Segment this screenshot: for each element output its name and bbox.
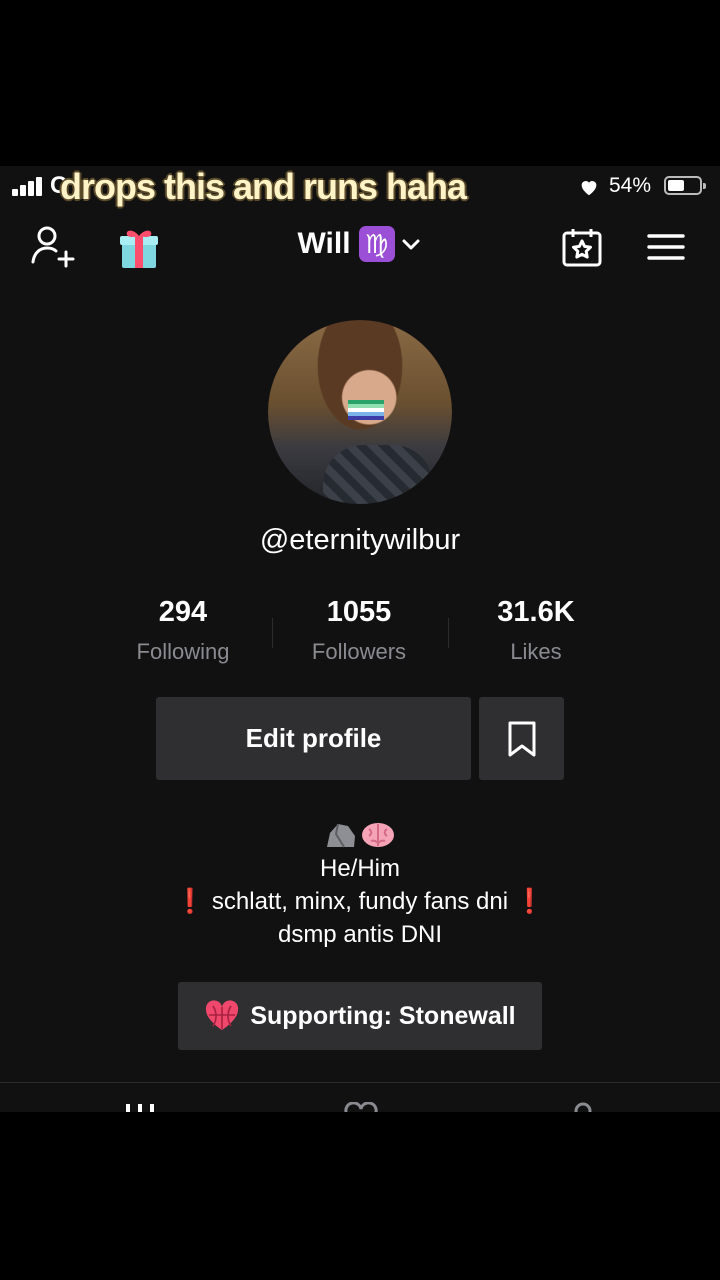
supporting-label: Supporting: Stonewall [250, 1001, 516, 1030]
tab-divider [0, 1082, 720, 1083]
stat-label: Followers [311, 639, 407, 664]
username: @eternitywilbur [259, 524, 461, 556]
bookmark-icon [508, 721, 535, 756]
bio: He/Him ❗ schlatt, minx, fundy fans dni ❗… [0, 818, 720, 951]
stat-value: 294 [158, 596, 208, 628]
flag-sticker [348, 400, 384, 420]
status-bar: C drops this and runs haha 54% [0, 166, 720, 208]
battery-percent: 54% [609, 174, 652, 197]
bookmark-button[interactable] [479, 697, 564, 780]
tab-liked[interactable] [343, 1102, 379, 1112]
globe-heart-icon [206, 1000, 239, 1030]
bio-emojis [0, 818, 720, 852]
tab-videos[interactable] [125, 1102, 155, 1112]
stat-following[interactable]: 294 Following [103, 596, 263, 665]
bio-line-1-text: schlatt, minx, fundy fans dni [211, 888, 509, 915]
video-caption: drops this and runs haha [60, 166, 467, 207]
bio-line-2: dsmp antis DNI [277, 921, 443, 948]
exclamation-emoji: ❗ [514, 888, 545, 915]
stat-label: Likes [510, 639, 562, 664]
heart-icon [581, 181, 597, 196]
page-title: Will [297, 227, 351, 260]
stat-divider [272, 618, 273, 648]
signal-icon [12, 176, 46, 196]
avatar[interactable] [268, 320, 452, 504]
menu-icon[interactable] [646, 232, 686, 262]
stat-followers[interactable]: 1055 Followers [279, 596, 439, 665]
stat-label: Following [136, 639, 230, 664]
stat-value: 31.6K [497, 596, 575, 628]
brain-icon [362, 823, 394, 847]
supporting-button[interactable]: Supporting: Stonewall [178, 982, 542, 1050]
profile-screen: C drops this and runs haha 54% Will ♍ @et… [0, 166, 720, 1112]
zodiac-emoji: ♍ [358, 226, 395, 262]
battery-icon [664, 176, 706, 195]
stat-divider [448, 618, 449, 648]
stat-value: 1055 [326, 596, 392, 628]
tab-private[interactable] [568, 1102, 598, 1112]
bio-line-1: ❗ schlatt, minx, fundy fans dni ❗ [0, 885, 720, 918]
stat-likes[interactable]: 31.6K Likes [456, 596, 616, 665]
chevron-down-icon[interactable] [399, 232, 423, 256]
edit-profile-button[interactable]: Edit profile [156, 697, 471, 780]
rock-icon [327, 823, 355, 848]
bio-pronouns: He/Him [319, 855, 400, 882]
calendar-star-icon[interactable] [560, 226, 604, 268]
header-title-group[interactable]: Will ♍ [0, 226, 720, 262]
exclamation-emoji: ❗ [175, 888, 206, 915]
